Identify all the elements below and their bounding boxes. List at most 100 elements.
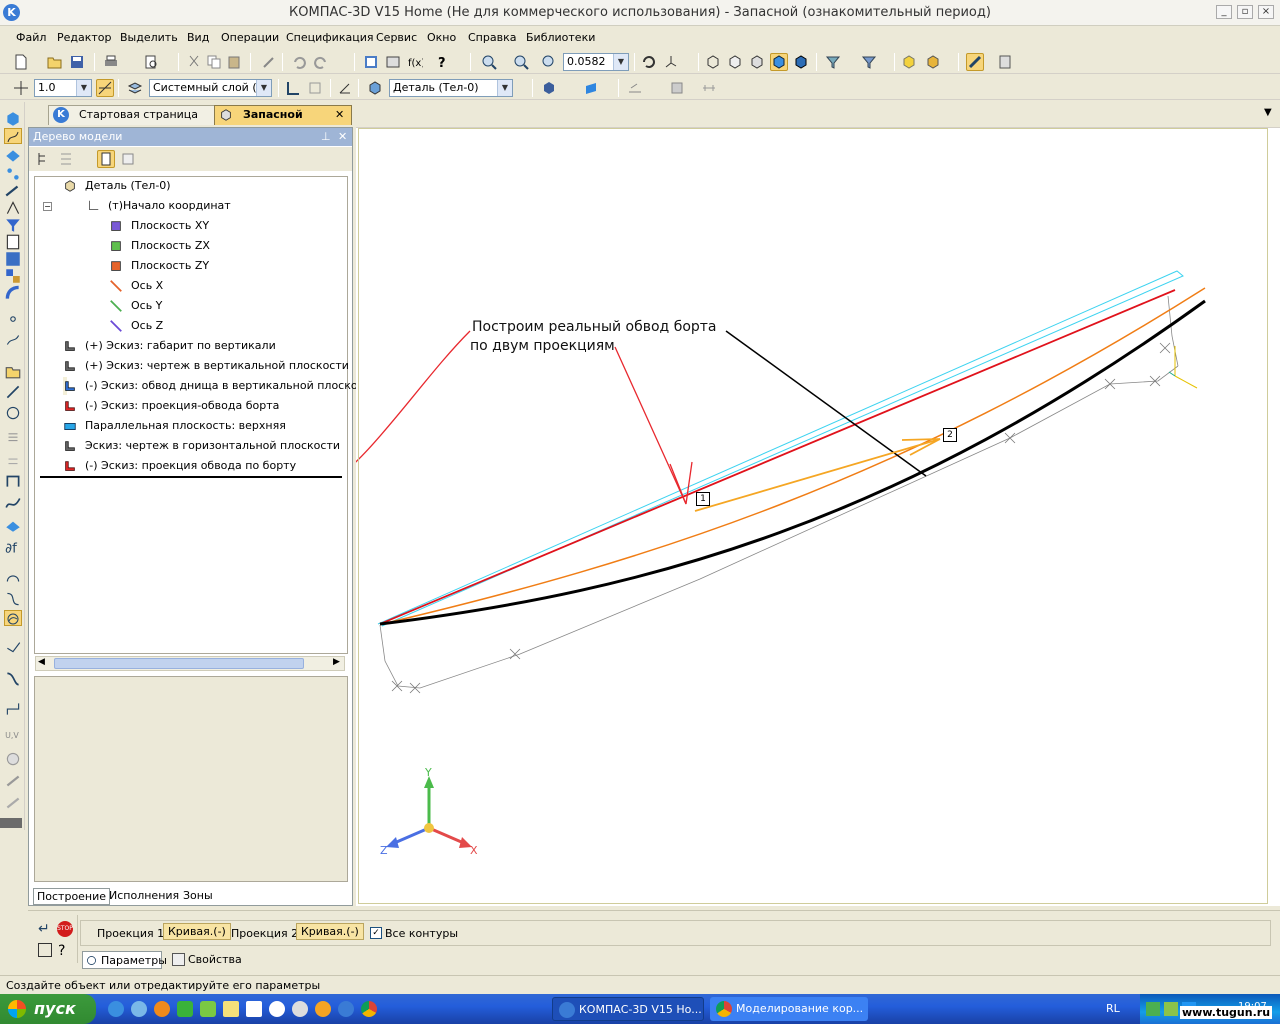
layers-icon[interactable] [126,79,144,97]
tree-hscrollbar[interactable]: ◀ ▶ [35,656,345,671]
connect-curve-icon[interactable] [4,568,22,584]
filter-select2-icon[interactable] [860,53,878,71]
scroll-thumb[interactable] [54,658,304,669]
reports-icon[interactable] [4,250,22,266]
filters-icon[interactable] [4,216,22,232]
tab-zapasnoy[interactable]: Запасной ✕ [214,105,352,125]
aux-geometry-icon[interactable] [4,182,22,198]
minimize-button[interactable]: _ [1216,5,1232,19]
task-kompas[interactable]: КОМПАС-3D V15 Ho... [552,997,704,1021]
menu-view[interactable]: Вид [187,31,209,44]
tree-build-order-icon[interactable] [35,150,53,168]
help-icon[interactable]: ? [58,943,65,959]
print-preview-icon[interactable] [142,53,160,71]
tab-parameters[interactable]: Параметры [82,951,167,969]
tree-item[interactable]: (-) Эскиз: обвод днища в вертикальной пл… [63,377,371,395]
start-button[interactable]: пуск [0,994,96,1024]
quicklaunch5-icon[interactable] [200,1001,216,1017]
shaded-edges-icon[interactable] [792,53,810,71]
dim-curve3-icon[interactable] [4,794,22,810]
zoom-frame-icon[interactable] [480,53,498,71]
curve-by-projections-icon[interactable] [4,610,22,626]
orientation-icon[interactable] [662,53,680,71]
variables-icon[interactable] [384,53,402,71]
color-icon[interactable] [540,79,558,97]
cube-yellow-icon[interactable] [900,53,918,71]
bridge-curve-icon[interactable] [4,590,22,606]
zoom-in-icon[interactable] [512,53,530,71]
circle-icon[interactable] [4,404,22,420]
scroll-left-icon[interactable]: ◀ [38,657,45,667]
tab-zones[interactable]: Зоны [183,889,213,902]
projection2-field[interactable]: Кривая.(-) [296,923,364,940]
tabs-menu-icon[interactable]: ▼ [1264,107,1272,118]
menu-operations[interactable]: Операции [221,31,279,44]
copy-icon[interactable] [205,53,223,71]
auto-create-icon[interactable] [38,943,52,957]
menu-select[interactable]: Выделить [120,31,178,44]
layer-combo[interactable]: Системный слой (0) ▼ [149,79,272,97]
notepad-icon[interactable] [223,1001,239,1017]
open-folder-icon[interactable] [46,53,64,71]
menu-window[interactable]: Окно [427,31,456,44]
rollback-line[interactable] [40,476,342,478]
paste-icon[interactable] [225,53,243,71]
dim-curve2-icon[interactable] [4,772,22,788]
quicklaunch9-icon[interactable] [292,1001,308,1017]
part-combo[interactable]: Деталь (Тел-0) ▼ [389,79,513,97]
sketch-cs-icon[interactable] [336,79,354,97]
wireframe-icon[interactable] [704,53,722,71]
cylinder-spiral-icon[interactable] [4,450,22,466]
hidden-lines-icon[interactable] [726,53,744,71]
draw-icon[interactable] [626,79,644,97]
helix-icon[interactable] [4,331,22,347]
hidden-thin-icon[interactable] [748,53,766,71]
part-select-icon[interactable] [366,79,384,97]
editing-ops-icon[interactable] [4,110,22,126]
ie-icon[interactable] [108,1001,124,1017]
surface-curve-icon[interactable] [4,516,22,532]
scale-combo[interactable]: 1.0 ▼ [34,79,92,97]
save-icon[interactable] [68,53,86,71]
task-chrome[interactable]: Моделирование кор... [710,997,868,1021]
measure-icon[interactable] [700,79,718,97]
filter-select-icon[interactable] [824,53,842,71]
spiral-icon[interactable] [4,427,22,443]
create-object-icon[interactable]: ↵ [38,921,50,937]
point-icon[interactable] [4,310,22,326]
close-panel-icon[interactable]: ✕ [338,128,347,146]
kompas-quick-icon[interactable] [338,1001,354,1017]
projection1-field[interactable]: Кривая.(-) [163,923,231,940]
open-sketch-icon[interactable] [4,362,22,379]
stop-icon[interactable]: STOP [57,921,73,937]
menu-libraries[interactable]: Библиотеки [526,31,595,44]
undo-icon[interactable] [290,53,308,71]
surfaces-icon[interactable] [4,147,22,163]
quicklaunch7-icon[interactable] [246,1001,262,1017]
measure-diag-icon[interactable] [4,199,22,215]
maximize-button[interactable]: ▫ [1237,5,1253,19]
highlight-icon[interactable] [966,53,984,71]
scroll-right-icon[interactable]: ▶ [333,657,340,667]
polyline-icon[interactable] [4,472,22,488]
formula-curve-icon[interactable]: ∂f [4,538,22,557]
menu-specification[interactable]: Спецификация [286,31,373,44]
new-file-icon[interactable] [12,53,30,71]
elements-icon[interactable] [4,267,22,283]
cube-perspective-icon[interactable] [924,53,942,71]
language-indicator[interactable]: RL [1106,1002,1120,1015]
tray-icon-2[interactable] [1164,1002,1178,1016]
media-icon[interactable] [269,1001,285,1017]
tray-icon-1[interactable] [1146,1002,1160,1016]
tab-start-page[interactable]: K Стартовая страница [48,105,223,125]
collapse-icon[interactable]: − [43,202,52,211]
tab-build[interactable]: Построение [33,888,111,905]
tree-structure-icon[interactable] [57,150,75,168]
menu-service[interactable]: Сервис [376,31,417,44]
tree-list-icon[interactable] [119,150,137,168]
section-icon[interactable] [582,79,600,97]
pin-icon[interactable]: ⊥ [321,128,331,146]
close-button[interactable]: × [1258,5,1274,19]
firefox-icon[interactable] [154,1001,170,1017]
isoparam-curve-icon[interactable] [4,670,22,686]
